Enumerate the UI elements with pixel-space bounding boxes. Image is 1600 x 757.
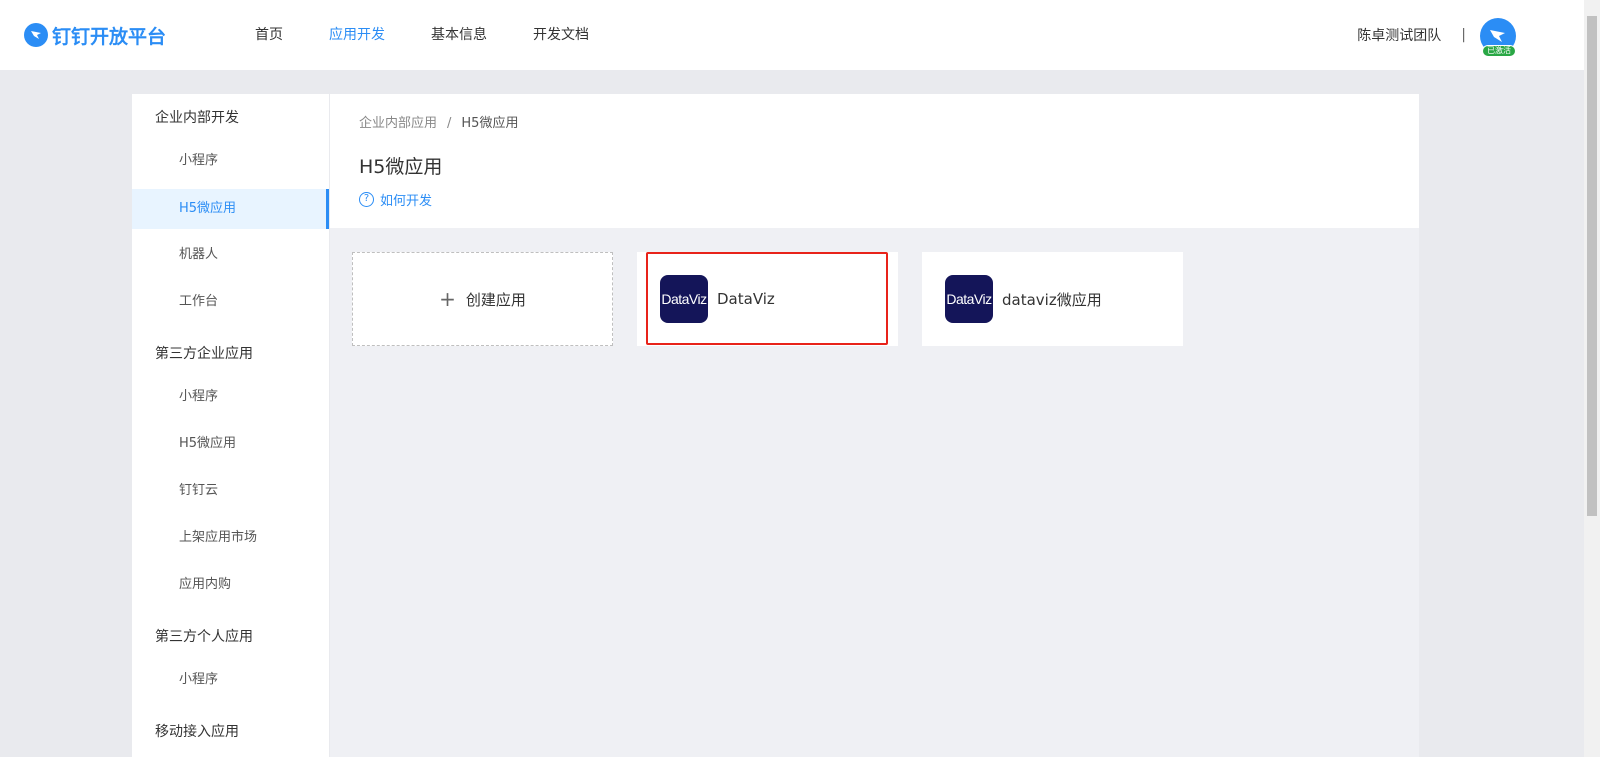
sidebar-item-internal-robot[interactable]: 机器人 [132, 236, 329, 283]
main-header: 企业内部应用 / H5微应用 H5微应用 ? 如何开发 [330, 94, 1419, 228]
main-nav: 首页 应用开发 基本信息 开发文档 [232, 0, 612, 70]
sidebar-item-personal-miniprogram[interactable]: 小程序 [132, 661, 329, 708]
plus-icon: + [439, 287, 456, 311]
sidebar-item-tp-miniprogram[interactable]: 小程序 [132, 378, 329, 425]
app-cards: + 创建应用 DataViz DataViz DataViz dataviz微应… [352, 252, 1183, 346]
nav-home[interactable]: 首页 [232, 0, 306, 70]
breadcrumb-separator: / [447, 116, 452, 131]
logo[interactable]: 钉钉开放平台 [24, 22, 166, 48]
dingtalk-logo-icon [24, 23, 48, 47]
main-panel: 企业内部应用 / H5微应用 H5微应用 ? 如何开发 + 创建应用 DataViz… [330, 94, 1419, 757]
help-icon: ? [359, 192, 374, 207]
app-card-dataviz[interactable]: DataViz DataViz [637, 252, 898, 346]
sidebar-item-internal-h5[interactable]: H5微应用 [132, 189, 329, 229]
sidebar-group-mobile-access[interactable]: 移动接入应用 [132, 708, 329, 756]
sidebar-group-third-party-personal[interactable]: 第三方个人应用 [132, 613, 329, 661]
create-app-label: 创建应用 [465, 290, 526, 309]
breadcrumb-internal-apps[interactable]: 企业内部应用 [359, 116, 437, 131]
dingtalk-avatar-icon [1490, 30, 1505, 42]
sidebar-item-tp-cloud[interactable]: 钉钉云 [132, 472, 329, 519]
app-name: dataviz微应用 [1002, 290, 1102, 309]
nav-app-dev[interactable]: 应用开发 [306, 0, 408, 70]
sidebar-item-tp-market[interactable]: 上架应用市场 [132, 519, 329, 566]
sidebar: 企业内部开发 小程序 H5微应用 机器人 工作台 第三方企业应用 小程序 H5微… [132, 94, 329, 757]
scrollbar-thumb[interactable] [1587, 16, 1597, 516]
sidebar-item-tp-iap[interactable]: 应用内购 [132, 566, 329, 613]
sidebar-group-internal[interactable]: 企业内部开发 [132, 94, 329, 142]
sidebar-item-internal-miniprogram[interactable]: 小程序 [132, 142, 329, 189]
app-card-dataviz-micro[interactable]: DataViz dataviz微应用 [922, 252, 1183, 346]
how-to-develop-link[interactable]: ? 如何开发 [359, 190, 1390, 209]
how-to-develop-label: 如何开发 [380, 194, 433, 209]
breadcrumb: 企业内部应用 / H5微应用 [359, 112, 1390, 132]
nav-basic-info[interactable]: 基本信息 [408, 0, 510, 70]
team-name[interactable]: 陈卓测试团队 [1357, 25, 1441, 45]
top-nav-bar: 钉钉开放平台 首页 应用开发 基本信息 开发文档 陈卓测试团队 | 退出 [0, 0, 1584, 70]
sidebar-item-internal-workbench[interactable]: 工作台 [132, 283, 329, 330]
nav-dev-docs[interactable]: 开发文档 [510, 0, 612, 70]
page-title: H5微应用 [359, 156, 443, 178]
logo-text: 钉钉开放平台 [52, 25, 167, 48]
separator: | [1461, 27, 1466, 43]
activated-badge: 已激活 [1482, 45, 1516, 57]
breadcrumb-current: H5微应用 [461, 116, 519, 131]
dataviz-app-icon: DataViz [660, 275, 708, 323]
sidebar-group-third-party-enterprise[interactable]: 第三方企业应用 [132, 330, 329, 378]
sidebar-item-tp-h5[interactable]: H5微应用 [132, 425, 329, 472]
create-app-button[interactable]: + 创建应用 [352, 252, 613, 346]
dataviz-app-icon: DataViz [945, 275, 993, 323]
app-name: DataViz [717, 290, 775, 308]
